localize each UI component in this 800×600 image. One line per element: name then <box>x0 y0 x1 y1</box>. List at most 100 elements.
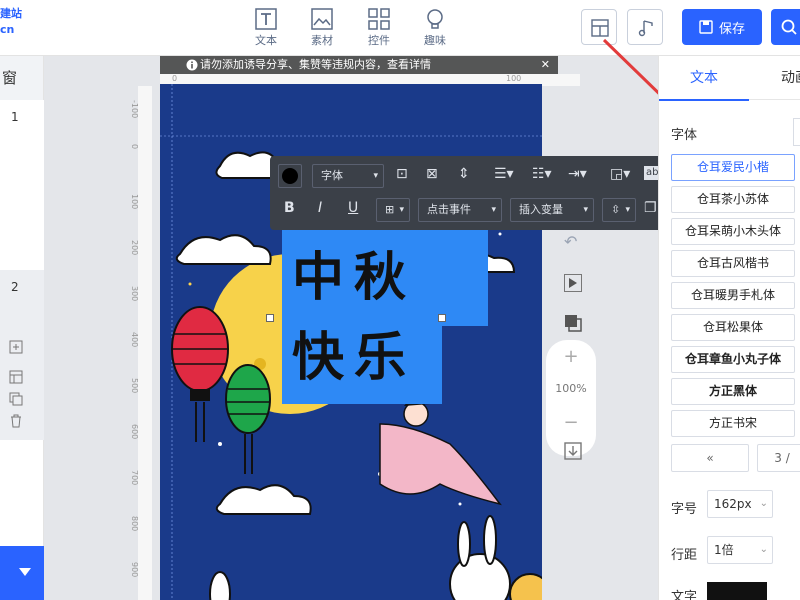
color-swatch <box>282 168 298 184</box>
ruler-left: -100 0 100 200 300 400 500 600 700 800 9… <box>130 86 152 600</box>
font-search-input[interactable] <box>793 118 800 146</box>
text-color-swatch[interactable] <box>707 582 767 600</box>
resize-handle[interactable] <box>266 314 274 322</box>
copy-page-icon[interactable] <box>9 392 23 406</box>
zoom-level: 100% <box>555 382 587 395</box>
undo-icon[interactable]: ↶ <box>564 232 584 252</box>
bold-icon[interactable]: B <box>284 200 295 216</box>
border-select[interactable]: ⊞ ▾ <box>376 198 410 222</box>
layer-icon[interactable]: ◲▾ <box>610 166 630 182</box>
ruler-tick: 200 <box>130 240 139 256</box>
color-picker-button[interactable] <box>278 164 302 188</box>
layout-button[interactable] <box>581 9 617 45</box>
caret-down-icon: ▾ <box>625 205 630 215</box>
toolbar-row-2: B I U ⊞ ▾ 点击事件 ▾ 插入变量 ▾ ⇳ ▾ ❐ 🗑 <box>270 192 658 228</box>
click-event-select[interactable]: 点击事件 ▾ <box>418 198 502 222</box>
left-panel: 窗 1 2 <box>0 56 44 600</box>
delete-page-icon[interactable] <box>9 414 23 428</box>
font-item[interactable]: 仓耳呆萌小木头体 <box>671 218 795 245</box>
top-bar: 建站 cn 文本 素材 控件 趣味 保存 <box>0 0 800 56</box>
font-item[interactable]: 仓耳松果体 <box>671 314 795 341</box>
spacing-select[interactable]: ⇳ ▾ <box>602 198 636 222</box>
pager-prev-button[interactable]: « <box>671 444 749 472</box>
page-thumb-1[interactable]: 1 <box>0 100 44 270</box>
copy-icon[interactable]: ❐ <box>644 200 657 216</box>
font-item[interactable]: 方正黑体 <box>671 378 795 405</box>
font-item[interactable]: 方正书宋 <box>671 410 795 437</box>
brand-logo[interactable]: 建站 cn <box>0 6 22 38</box>
toolbar-text-button[interactable]: 文本 <box>246 8 286 48</box>
tab-animation[interactable]: 动画 <box>765 56 800 100</box>
line-height-icon[interactable]: ⇕ <box>458 166 470 182</box>
add-page-icon[interactable] <box>9 340 23 354</box>
ruler-tick: 600 <box>130 424 139 440</box>
info-icon <box>186 59 198 71</box>
toolbar-material-label: 素材 <box>311 34 333 47</box>
font-item[interactable]: 仓耳古风楷书 <box>671 250 795 277</box>
line-spacing-value: 1倍 <box>714 543 734 557</box>
tab-text[interactable]: 文本 <box>659 56 749 101</box>
caret-down-icon: ▾ <box>399 205 404 215</box>
collapse-button[interactable] <box>0 546 44 600</box>
page-settings-icon[interactable] <box>9 370 23 384</box>
text-color-label: 文字 <box>671 590 698 600</box>
insert-variable-label: 插入变量 <box>519 203 563 216</box>
music-icon <box>638 20 653 37</box>
font-size-label: 字号 <box>671 502 698 517</box>
ruler-tick: 500 <box>130 378 139 394</box>
font-item[interactable]: 仓耳暖男手札体 <box>671 282 795 309</box>
border-icon: ⊞ <box>385 203 395 216</box>
font-select-label: 字体 <box>321 169 343 182</box>
zoom-in-button[interactable]: + <box>546 346 596 367</box>
toolbar-text-label: 文本 <box>255 34 277 47</box>
toolbar-widget-button[interactable]: 控件 <box>359 8 399 48</box>
zoom-out-button[interactable]: − <box>546 412 596 433</box>
italic-icon[interactable]: I <box>318 200 322 216</box>
font-pager: « 3 / <box>671 444 800 472</box>
font-size-decrease-icon[interactable]: ⊠ <box>426 166 438 182</box>
canvas-text-element[interactable]: 中秋 快乐 <box>282 230 488 404</box>
font-size-select[interactable]: 162px ⌄ <box>707 490 773 518</box>
ruler-tick: 300 <box>130 286 139 302</box>
toolbar-widget-label: 控件 <box>368 34 390 47</box>
toolbar-fun-button[interactable]: 趣味 <box>415 8 455 48</box>
align-icon[interactable]: ☰▾ <box>494 166 514 182</box>
pager-current[interactable]: 3 / <box>757 444 800 472</box>
preview-button[interactable] <box>564 274 582 292</box>
font-select[interactable]: 字体 ▾ <box>312 164 384 188</box>
page-thumb-2[interactable]: 2 <box>0 270 44 440</box>
download-button[interactable] <box>564 442 582 460</box>
brand-line1: 建站 <box>0 7 22 20</box>
font-item[interactable]: 仓耳茶小苏体 <box>671 186 795 213</box>
play-icon <box>569 278 577 288</box>
image-icon <box>311 8 333 30</box>
right-panel: 文本 动画 字体 仓耳爱民小楷 仓耳茶小苏体 仓耳呆萌小木头体 仓耳古风楷书 仓… <box>658 56 800 600</box>
close-icon[interactable]: ✕ <box>541 56 550 74</box>
insert-variable-select[interactable]: 插入变量 ▾ <box>510 198 594 222</box>
zoom-control: + 100% − <box>546 340 596 456</box>
font-item[interactable]: 仓耳爱民小楷 <box>671 154 795 181</box>
music-button[interactable] <box>627 9 663 45</box>
save-button[interactable]: 保存 <box>682 9 762 45</box>
toolbar-row-1: 字体 ▾ ⊡ ⊠ ⇕ ☰▾ ☷▾ ⇥▾ ◲▾ ab ◇ <box>270 158 658 194</box>
resize-handle[interactable] <box>438 314 446 322</box>
font-size-increase-icon[interactable]: ⊡ <box>396 166 408 182</box>
notice-text[interactable]: 请勿添加诱导分享、集赞等违规内容，查看详情 <box>200 58 431 71</box>
search-button[interactable] <box>771 9 800 45</box>
line-spacing-label: 行距 <box>671 548 698 563</box>
search-icon <box>781 19 797 35</box>
line-spacing-select[interactable]: 1倍 ⌄ <box>707 536 773 564</box>
canvas-text-line-1: 中秋 <box>292 247 417 308</box>
text-effect-icon[interactable]: ab <box>644 166 658 180</box>
spacing-icon: ⇳ <box>611 203 621 216</box>
layers-button[interactable] <box>564 314 582 332</box>
underline-icon[interactable]: U <box>348 200 358 216</box>
download-icon <box>564 442 582 460</box>
list-icon[interactable]: ☷▾ <box>532 166 552 182</box>
toolbar-material-button[interactable]: 素材 <box>302 8 342 48</box>
indent-icon[interactable]: ⇥▾ <box>568 166 587 182</box>
font-item[interactable]: 仓耳章鱼小丸子体 <box>671 346 795 373</box>
ruler-tick: -100 <box>130 100 139 119</box>
caret-down-icon: ▾ <box>583 205 588 215</box>
right-panel-tabs: 文本 动画 <box>659 56 800 101</box>
